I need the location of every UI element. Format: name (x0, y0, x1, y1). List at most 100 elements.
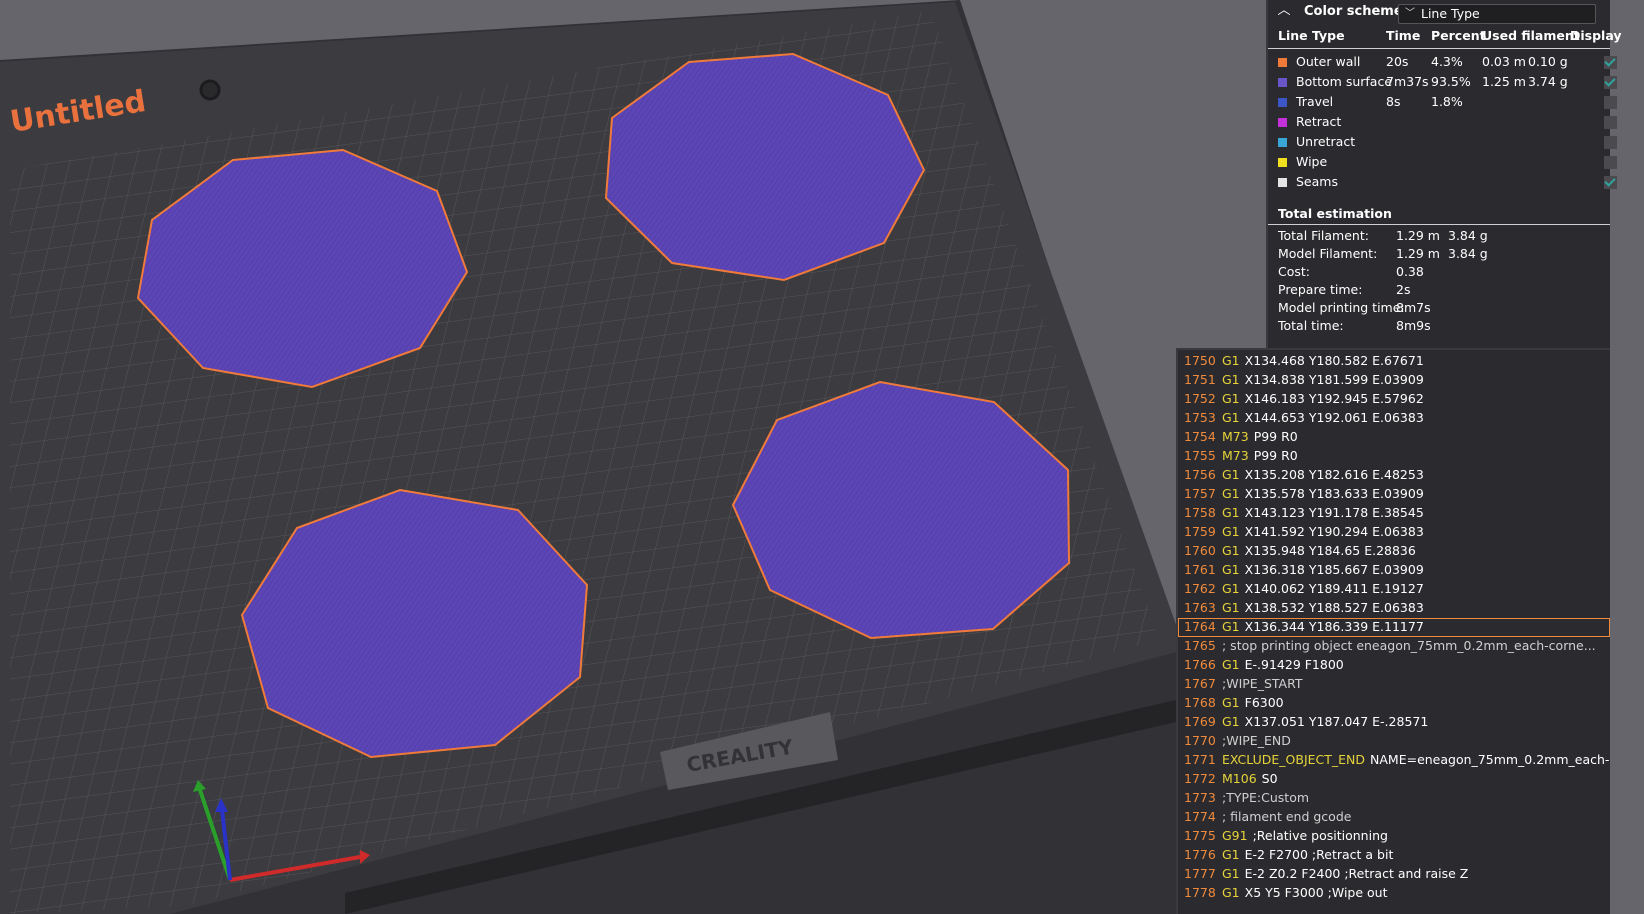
gcode-command: G1 (1222, 543, 1240, 558)
estimation-label: Prepare time: (1278, 282, 1363, 297)
gcode-arguments: X136.318 Y185.667 E.03909 (1244, 562, 1424, 577)
line-type-name: Outer wall (1296, 54, 1361, 69)
estimation-value-weight: 3.84 g (1448, 246, 1488, 261)
line-type-percent: 4.3% (1431, 54, 1463, 69)
line-type-weight: 0.10 g (1528, 54, 1568, 69)
gcode-arguments: X135.208 Y182.616 E.48253 (1244, 467, 1424, 482)
display-checkbox[interactable] (1604, 156, 1617, 169)
display-checkbox[interactable] (1604, 76, 1617, 89)
gcode-command: G1 (1222, 372, 1240, 387)
col-time: Time (1386, 28, 1421, 43)
estimation-label: Cost: (1278, 264, 1311, 279)
gcode-line-number: 1776 (1184, 847, 1216, 862)
estimation-value: 2s (1396, 282, 1411, 297)
gcode-line[interactable]: 1759 G1 X141.592 Y190.294 E.06383 (1178, 523, 1610, 542)
gcode-line[interactable]: 1756 G1 X135.208 Y182.616 E.48253 (1178, 466, 1610, 485)
gcode-line[interactable]: 1761 G1 X136.318 Y185.667 E.03909 (1178, 561, 1610, 580)
gcode-line[interactable]: 1771 EXCLUDE_OBJECT_END NAME=eneagon_75mm_… (1178, 751, 1610, 770)
gcode-command: G1 (1222, 524, 1240, 539)
line-type-time: 8s (1386, 94, 1401, 109)
gcode-line[interactable]: 1752 G1 X146.183 Y192.945 E.57962 (1178, 390, 1610, 409)
gcode-line[interactable]: 1758 G1 X143.123 Y191.178 E.38545 (1178, 504, 1610, 523)
color-scheme-selected: Line Type (1421, 6, 1480, 21)
gcode-line[interactable]: 1770 ;WIPE_END (1178, 732, 1610, 751)
legend-header: ︿ Color scheme ﹀ Line Type (1268, 0, 1610, 26)
gcode-line[interactable]: 1772 M106 S0 (1178, 770, 1610, 789)
legend-swatch (1278, 118, 1287, 127)
gcode-line-number: 1769 (1184, 714, 1216, 729)
gcode-line[interactable]: 1766 G1 E-.91429 F1800 (1178, 656, 1610, 675)
gcode-arguments: X136.344 Y186.339 E.11177 (1244, 619, 1424, 634)
gcode-command: G1 (1222, 581, 1240, 596)
gcode-viewer[interactable]: 1750 G1 X134.468 Y180.582 E.67671 1751 G1 X13… (1176, 348, 1610, 914)
gcode-arguments: ;Relative positionning (1252, 828, 1388, 843)
estimation-value: 1.29 m (1396, 246, 1440, 261)
gcode-line[interactable]: 1753 G1 X144.653 Y192.061 E.06383 (1178, 409, 1610, 428)
gcode-arguments: F6300 (1244, 695, 1284, 710)
gcode-command: G1 (1222, 714, 1240, 729)
gcode-line[interactable]: 1777 G1 E-2 Z0.2 F2400 ;Retract and raise … (1178, 865, 1610, 884)
gcode-command: G91 (1222, 828, 1248, 843)
estimation-label: Model Filament: (1278, 246, 1378, 261)
gcode-line[interactable]: 1751 G1 X134.838 Y181.599 E.03909 (1178, 371, 1610, 390)
gcode-arguments: X140.062 Y189.411 E.19127 (1244, 581, 1424, 596)
display-checkbox[interactable] (1604, 136, 1617, 149)
gcode-line[interactable]: 1778 G1 X5 Y5 F3000 ;Wipe out (1178, 884, 1610, 903)
display-checkbox[interactable] (1604, 116, 1617, 129)
gcode-arguments: X143.123 Y191.178 E.38545 (1244, 505, 1424, 520)
gcode-line[interactable]: 1773 ;TYPE:Custom (1178, 789, 1610, 808)
gcode-line[interactable]: 1768 G1 F6300 (1178, 694, 1610, 713)
gcode-line[interactable]: 1769 G1 X137.051 Y187.047 E-.28571 (1178, 713, 1610, 732)
plate-screw (199, 79, 221, 101)
gcode-arguments: X135.948 Y184.65 E.28836 (1244, 543, 1416, 558)
gcode-line-number: 1758 (1184, 505, 1216, 520)
gcode-line-number: 1754 (1184, 429, 1216, 444)
gcode-line-number: 1756 (1184, 467, 1216, 482)
collapse-chevron-up-icon[interactable]: ︿ (1276, 3, 1292, 19)
gcode-line[interactable]: 1775 G91 ;Relative positionning (1178, 827, 1610, 846)
gcode-line[interactable]: 1760 G1 X135.948 Y184.65 E.28836 (1178, 542, 1610, 561)
gcode-line[interactable]: 1755 M73 P99 R0 (1178, 447, 1610, 466)
display-checkbox[interactable] (1604, 96, 1617, 109)
gcode-line-number: 1766 (1184, 657, 1216, 672)
estimation-value: 1.29 m (1396, 228, 1440, 243)
line-type-percent: 93.5% (1431, 74, 1471, 89)
gcode-arguments: P99 R0 (1253, 429, 1298, 444)
line-type-name: Retract (1296, 114, 1342, 129)
display-checkbox[interactable] (1604, 176, 1617, 189)
gcode-arguments: X135.578 Y183.633 E.03909 (1244, 486, 1424, 501)
display-checkbox[interactable] (1604, 56, 1617, 69)
gcode-command: G1 (1222, 505, 1240, 520)
gcode-line[interactable]: 1750 G1 X134.468 Y180.582 E.67671 (1178, 352, 1610, 371)
gcode-line[interactable]: 1754 M73 P99 R0 (1178, 428, 1610, 447)
gcode-arguments: X138.532 Y188.527 E.06383 (1244, 600, 1424, 615)
gcode-arguments: X144.653 Y192.061 E.06383 (1244, 410, 1424, 425)
gcode-arguments: NAME=eneagon_75mm_0.2mm_each-corn... (1370, 752, 1610, 767)
gcode-line-number: 1765 (1184, 638, 1216, 653)
gcode-command: M73 (1222, 448, 1249, 463)
gcode-line-number: 1774 (1184, 809, 1216, 824)
gcode-line[interactable]: 1757 G1 X135.578 Y183.633 E.03909 (1178, 485, 1610, 504)
gcode-line[interactable]: 1764 G1 X136.344 Y186.339 E.11177 (1178, 618, 1610, 637)
gcode-line[interactable]: 1776 G1 E-2 F2700 ;Retract a bit (1178, 846, 1610, 865)
line-type-length: 0.03 m (1482, 54, 1526, 69)
gcode-line[interactable]: 1763 G1 X138.532 Y188.527 E.06383 (1178, 599, 1610, 618)
gcode-line-number: 1764 (1184, 619, 1216, 634)
gcode-line-number: 1750 (1184, 353, 1216, 368)
line-type-weight: 3.74 g (1528, 74, 1568, 89)
gcode-arguments: E-.91429 F1800 (1244, 657, 1344, 672)
gcode-line[interactable]: 1774 ; filament end gcode (1178, 808, 1610, 827)
gcode-line[interactable]: 1765 ; stop printing object eneagon_75mm_… (1178, 637, 1610, 656)
legend-row: Unretract (1268, 132, 1617, 152)
line-type-name: Bottom surface (1296, 74, 1393, 89)
legend-row: Wipe (1268, 152, 1617, 172)
gcode-line[interactable]: 1767 ;WIPE_START (1178, 675, 1610, 694)
gcode-line-number: 1772 (1184, 771, 1216, 786)
legend-swatch (1278, 178, 1287, 187)
gcode-line[interactable]: 1762 G1 X140.062 Y189.411 E.19127 (1178, 580, 1610, 599)
line-type-name: Seams (1296, 174, 1338, 189)
legend-row: Outer wall 20s 4.3% 0.03 m 0.10 g (1268, 52, 1617, 72)
gcode-arguments: X5 Y5 F3000 ;Wipe out (1244, 885, 1388, 900)
gcode-line-number: 1761 (1184, 562, 1216, 577)
color-scheme-dropdown[interactable]: ﹀ Line Type (1398, 4, 1596, 24)
